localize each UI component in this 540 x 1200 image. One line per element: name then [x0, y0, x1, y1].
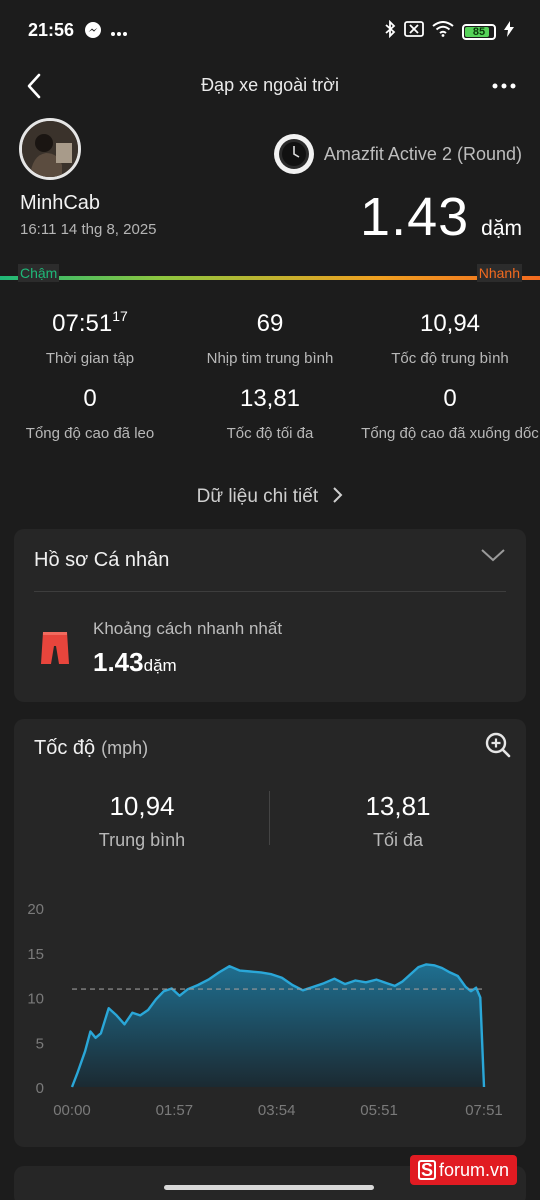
stat-value: 0 — [443, 385, 457, 412]
status-bar: 21:56 85 — [0, 0, 540, 60]
distance-summary: 1.43 dặm — [360, 186, 522, 248]
stat-label: Tổng độ cao đã xuống dốc — [361, 425, 539, 442]
x-tick-label: 05:51 — [360, 1102, 398, 1119]
status-left-icons — [84, 21, 128, 44]
speed-card-title: Tốc độ (mph) — [34, 737, 148, 760]
speed-average-label: Trung bình — [98, 830, 186, 850]
stat-value: 69 — [256, 310, 284, 337]
home-indicator[interactable] — [164, 1185, 374, 1190]
status-right-icons: 85 — [384, 19, 514, 43]
wifi-icon — [432, 21, 454, 42]
speed-area — [72, 964, 484, 1087]
top-bar: Đạp xe ngoài trời — [0, 60, 540, 112]
status-time: 21:56 — [28, 20, 75, 40]
pace-gradient-bar — [0, 276, 540, 280]
stat-label: Nhịp tim trung bình — [206, 350, 334, 367]
y-tick-label: 15 — [27, 946, 44, 963]
device-name: Amazfit Active 2 (Round) — [323, 143, 522, 164]
no-sim-icon — [404, 21, 424, 42]
page-title: Đạp xe ngoài trời — [201, 75, 339, 95]
detailed-data-label: Dữ liệu chi tiết — [196, 486, 319, 507]
speed-title: Tốc độ — [34, 737, 96, 759]
username: MinhCab — [20, 192, 101, 214]
y-tick-label: 5 — [36, 1035, 44, 1052]
summary-divider — [269, 791, 270, 845]
record-value: 1.43 dặm — [93, 647, 177, 678]
more-dots-icon — [110, 24, 128, 42]
distance-unit: dặm — [481, 217, 522, 240]
stat-max-speed: 13,81 Tốc độ tối đa — [180, 385, 360, 445]
stat-total-ascent: 0 Tổng độ cao đã leo — [0, 385, 180, 445]
zoom-in-icon — [485, 732, 511, 758]
y-tick-label: 20 — [27, 901, 44, 918]
x-tick-label: 00:00 — [53, 1102, 91, 1119]
chevron-right-icon — [333, 487, 343, 503]
x-tick-label: 07:51 — [465, 1102, 503, 1119]
speed-average: 10,94 Trung bình — [42, 791, 242, 851]
watermark: S forum.vn — [410, 1155, 518, 1185]
divider — [34, 591, 506, 592]
chevron-down-icon — [481, 549, 505, 562]
bluetooth-icon — [384, 19, 396, 43]
stat-value: 10,94 — [419, 310, 481, 337]
watermark-text: forum.vn — [439, 1159, 510, 1180]
slow-label: Chậm — [18, 264, 60, 282]
y-tick-label: 10 — [27, 991, 44, 1008]
x-tick-label: 01:57 — [156, 1102, 194, 1119]
stat-label: Thời gian tập — [45, 350, 135, 367]
x-tick-label: 03:54 — [258, 1102, 296, 1119]
stat-value: 07:5117 — [52, 308, 128, 337]
detailed-data-link[interactable]: Dữ liệu chi tiết — [0, 486, 540, 508]
more-options-icon — [492, 83, 516, 89]
stat-label: Tổng độ cao đã leo — [25, 425, 155, 442]
record-label: Khoảng cách nhanh nhất — [93, 619, 283, 638]
personal-record-card: Hồ sơ Cá nhân Khoảng cách nhanh nhất 1.4… — [14, 529, 526, 702]
speed-average-value: 10,94 — [109, 791, 175, 821]
speed-chart[interactable]: 20 15 10 5 0 00:00 01:57 03:54 05:51 07:51 — [14, 880, 526, 1120]
messenger-icon — [84, 21, 102, 44]
stat-value: 0 — [83, 385, 97, 412]
stat-value: 13,81 — [239, 385, 301, 412]
battery-percent: 85 — [472, 25, 486, 38]
fast-label: Nhanh — [476, 264, 522, 282]
avatar-photo — [22, 121, 78, 177]
device-info[interactable]: Amazfit Active 2 (Round) — [273, 134, 522, 174]
distance-value: 1.43 — [360, 187, 470, 247]
zoom-button[interactable] — [484, 731, 512, 759]
more-options-button[interactable] — [488, 70, 520, 102]
battery-icon: 85 — [462, 23, 496, 40]
personal-record-title: Hồ sơ Cá nhân — [34, 549, 170, 571]
stat-seconds: 17 — [112, 308, 128, 324]
avatar[interactable] — [19, 118, 81, 180]
stat-workout-time: 07:5117 Thời gian tập — [0, 308, 180, 370]
charging-icon — [504, 21, 514, 42]
stat-label: Tốc độ tối đa — [226, 425, 314, 442]
expand-toggle[interactable] — [480, 547, 506, 568]
record-number: 1.43 — [93, 647, 144, 677]
stat-total-descent: 0 Tổng độ cao đã xuống dốc — [360, 385, 540, 445]
stat-avg-heart-rate: 69 Nhịp tim trung bình — [180, 310, 360, 370]
speed-chart-svg: 20 15 10 5 0 00:00 01:57 03:54 05:51 07:51 — [27, 901, 503, 1119]
distance-record-icon — [41, 632, 69, 664]
stat-label: Tốc độ trung bình — [391, 350, 509, 367]
workout-datetime: 16:11 14 thg 8, 2025 — [20, 221, 157, 238]
speed-max-label: Tối đa — [372, 830, 424, 850]
y-tick-label: 0 — [36, 1080, 44, 1097]
watch-icon — [273, 134, 314, 174]
speed-max-value: 13,81 — [365, 791, 431, 821]
speed-max: 13,81 Tối đa — [298, 791, 498, 851]
record-unit: dặm — [143, 656, 177, 675]
stat-avg-speed: 10,94 Tốc độ trung bình — [360, 310, 540, 370]
watermark-logo: S — [418, 1160, 436, 1180]
speed-unit: (mph) — [101, 738, 149, 758]
